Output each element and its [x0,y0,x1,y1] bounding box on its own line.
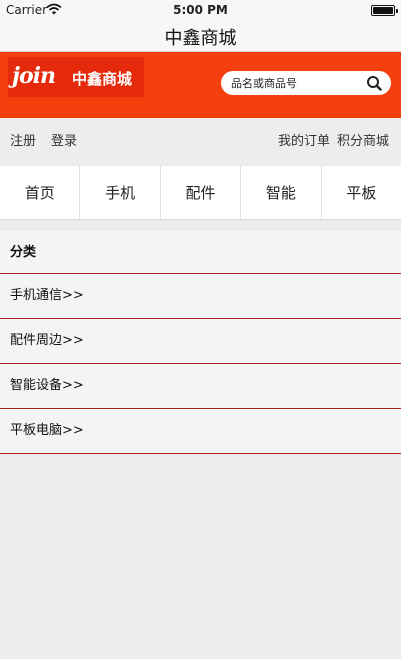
category-item-phones[interactable]: 手机通信>> [0,274,401,319]
logo-mark: join [12,63,56,89]
category-section: 分类 手机通信>> 配件周边>> 智能设备>> 平板电脑>> [0,231,401,454]
site-header: join 中鑫商城 [0,52,401,118]
login-link[interactable]: 登录 [51,130,77,149]
tab-phones[interactable]: 手机 [80,166,161,219]
tab-tablets[interactable]: 平板 [322,166,401,219]
battery-icon [371,5,398,16]
status-time: 5:00 PM [173,3,228,17]
category-tabs: 首页 手机 配件 智能 平板 [0,166,401,220]
points-mall-link[interactable]: 积分商城 [337,130,389,149]
search-input[interactable] [221,71,363,95]
tab-smart[interactable]: 智能 [241,166,322,219]
category-item-tablets[interactable]: 平板电脑>> [0,409,401,454]
category-item-accessories[interactable]: 配件周边>> [0,319,401,364]
category-item-smart-devices[interactable]: 智能设备>> [0,364,401,409]
logo-text: 中鑫商城 [72,70,133,88]
category-title: 分类 [0,231,401,274]
tab-accessories[interactable]: 配件 [161,166,242,219]
tab-home[interactable]: 首页 [0,166,81,219]
nav-bar: 中鑫商城 [0,20,401,52]
search-box [221,71,391,95]
account-bar: 注册 登录 我的订单 积分商城 [0,118,401,166]
page-title: 中鑫商城 [164,28,237,49]
site-logo[interactable]: join 中鑫商城 [8,57,144,97]
search-icon[interactable] [362,72,388,94]
status-bar: Carrier 5:00 PM [0,0,401,20]
register-link[interactable]: 注册 [10,130,36,149]
my-orders-link[interactable]: 我的订单 [278,130,330,149]
